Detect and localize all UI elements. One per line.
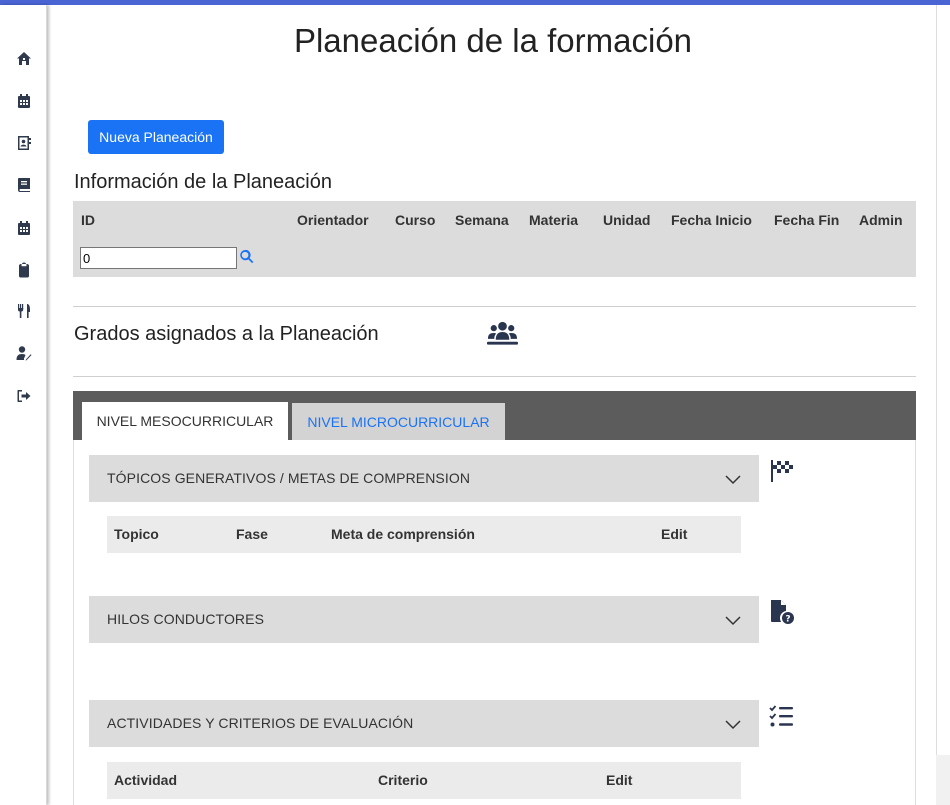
column-header-criterio: Criterio	[378, 772, 428, 788]
column-header-edit: Edit	[661, 526, 688, 542]
svg-text:?: ?	[785, 615, 790, 625]
file-question-icon[interactable]: ?	[769, 599, 795, 625]
column-header-topico: Topico	[114, 526, 159, 542]
users-icon[interactable]	[487, 320, 518, 346]
tab-microcurricular[interactable]: NIVEL MICROCURRICULAR	[292, 403, 505, 440]
column-header-admin: Admin	[859, 212, 903, 228]
column-header-materia: Materia	[529, 212, 579, 228]
chevron-down-icon	[725, 472, 741, 485]
column-header-actividad: Actividad	[114, 772, 178, 788]
accordion-hilos-conductores[interactable]: HILOS CONDUCTORES	[89, 596, 759, 643]
calendar-icon[interactable]	[14, 218, 33, 237]
column-header-curso: Curso	[395, 212, 436, 228]
curricular-level-tabs: NIVEL MESOCURRICULAR NIVEL MICROCURRICUL…	[73, 391, 916, 440]
accordion-topicos-generativos[interactable]: TÓPICOS GENERATIVOS / METAS DE COMPRENSI…	[89, 455, 759, 502]
column-header-fase: Fase	[236, 526, 268, 542]
sidebar	[0, 5, 47, 805]
column-header-semana: Semana	[455, 212, 509, 228]
top-accent-bar	[0, 0, 950, 5]
column-header-id: ID	[81, 212, 95, 228]
checkered-flag-icon[interactable]	[769, 458, 795, 484]
topicos-table-header: Topico Fase Meta de comprensión Edit	[107, 516, 741, 553]
accordion-label: ACTIVIDADES Y CRITERIOS DE EVALUACIÓN	[107, 715, 414, 731]
divider	[73, 306, 916, 307]
sign-out-icon[interactable]	[14, 386, 33, 405]
grades-section-title: Grados asignados a la Planeación	[74, 323, 379, 345]
column-header-orientador: Orientador	[297, 212, 369, 228]
actividades-table-header: Actividad Criterio Edit	[107, 762, 741, 799]
home-icon[interactable]	[14, 49, 33, 68]
book-icon[interactable]	[14, 175, 33, 194]
accordion-label: TÓPICOS GENERATIVOS / METAS DE COMPRENSI…	[107, 470, 471, 486]
page-title: Planeación de la formación	[293, 22, 693, 59]
utensils-icon[interactable]	[14, 301, 33, 320]
chevron-down-icon	[725, 717, 741, 730]
accordion-actividades-criterios[interactable]: ACTIVIDADES Y CRITERIOS DE EVALUACIÓN	[89, 700, 759, 747]
accordion-label: HILOS CONDUCTORES	[107, 611, 265, 627]
list-check-icon[interactable]	[769, 704, 795, 730]
planning-info-table: ID Orientador Curso Semana Materia Unida…	[73, 201, 916, 277]
user-edit-icon[interactable]	[14, 343, 33, 362]
column-header-edit: Edit	[606, 772, 633, 788]
column-header-fecha-inicio: Fecha Inicio	[671, 212, 752, 228]
contact-book-icon[interactable]	[14, 133, 33, 152]
divider	[73, 376, 916, 377]
calendar-icon[interactable]	[14, 91, 33, 110]
column-header-fecha-fin: Fecha Fin	[774, 212, 840, 228]
search-icon[interactable]	[239, 249, 257, 267]
new-planning-button[interactable]: Nueva Planeación	[88, 120, 224, 154]
chevron-down-icon	[725, 613, 741, 626]
tab-mesocurricular[interactable]: NIVEL MESOCURRICULAR	[82, 402, 288, 440]
id-search-input[interactable]	[80, 247, 237, 269]
column-header-unidad: Unidad	[603, 212, 651, 228]
clipboard-icon[interactable]	[14, 260, 33, 279]
column-header-meta: Meta de comprensión	[331, 526, 475, 542]
scrollbar-thumb[interactable]	[936, 5, 950, 755]
info-section-title: Información de la Planeación	[74, 171, 332, 193]
